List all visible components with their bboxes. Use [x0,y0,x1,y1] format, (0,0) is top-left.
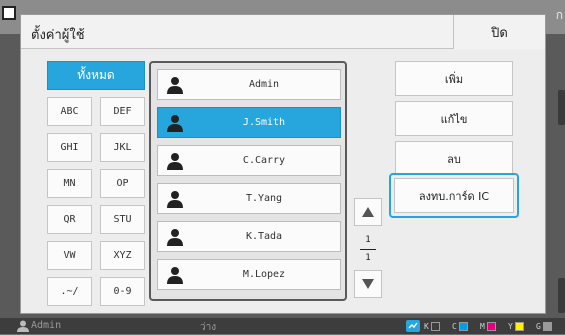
register-ic-card-button[interactable]: ลงทบ.การ์ด IC [389,173,519,218]
user-name: M.Lopez [242,269,286,280]
filter-vw-button[interactable]: VW [47,241,92,270]
user-name: T.Yang [245,193,283,204]
user-row-jsmith[interactable]: J.Smith [157,107,341,138]
user-name: K.Tada [245,231,283,242]
machine-status: ว่าง [200,322,217,333]
add-user-button[interactable]: เพิ่ม [395,61,513,96]
user-icon [167,229,183,246]
user-settings-dialog: ตั้งค่าผู้ใช้ ปิด ทั้งหมด ABC DEF GHI JK… [20,14,546,314]
filter-op-button[interactable]: OP [100,169,145,198]
close-button[interactable]: ปิด [453,15,545,49]
login-user: Admin [31,320,62,331]
register-ic-card-label: ลงทบ.การ์ด IC [394,178,514,213]
ink-level-c: C [452,320,468,332]
user-row-mlopez[interactable]: M.Lopez [157,259,341,290]
user-row-admin[interactable]: Admin [157,69,341,100]
ink-label: K [424,321,429,331]
ink-label: G [536,321,541,331]
ink-swatch [514,321,524,331]
ink-label: C [452,321,457,331]
dialog-header: ตั้งค่าผู้ใช้ ปิด [21,15,545,49]
ink-label: Y [508,321,513,331]
filter-all-button[interactable]: ทั้งหมด [47,61,145,90]
user-icon [167,153,183,170]
network-icon [406,320,420,332]
filter-def-button[interactable]: DEF [100,97,145,126]
triangle-down-icon [362,279,374,289]
ink-swatch [542,321,552,331]
triangle-up-icon [362,207,374,217]
scroll-down-button[interactable] [354,270,382,298]
ink-level-y: Y [508,320,524,332]
page-total: 1 [365,253,371,263]
edit-user-button[interactable]: แก้ไข [395,101,513,136]
user-row-ccarry[interactable]: C.Carry [157,145,341,176]
user-name: J.Smith [242,117,286,128]
user-icon [167,77,183,94]
scroll-up-button[interactable] [354,198,382,226]
user-name: Admin [248,79,280,90]
user-icon [167,267,183,284]
user-icon [167,115,183,132]
filter-stu-button[interactable]: STU [100,205,145,234]
user-name: C.Carry [242,155,286,166]
user-list: Admin J.Smith C.Carry T.Yang K.Tada M.Lo… [149,61,347,301]
user-row-ktada[interactable]: K.Tada [157,221,341,252]
ink-swatch [486,321,496,331]
delete-user-button[interactable]: ลบ [395,141,513,176]
dialog-title: ตั้งค่าผู้ใช้ [31,28,85,43]
page-divider [360,249,376,250]
filter-qr-button[interactable]: QR [47,205,92,234]
filter-ghi-button[interactable]: GHI [47,133,92,162]
background-side-tab-2 [558,278,565,313]
filter-symbols-button[interactable]: .~/ [47,277,92,306]
filter-mn-button[interactable]: MN [47,169,92,198]
ink-swatch [458,321,468,331]
ink-level-k: K [424,320,440,332]
ink-level-m: M [480,320,496,332]
filter-digits-button[interactable]: 0-9 [100,277,145,306]
filter-xyz-button[interactable]: XYZ [100,241,145,270]
user-icon [17,320,29,332]
background-header-text: ก [555,8,563,22]
filter-abc-button[interactable]: ABC [47,97,92,126]
background-side-tab [558,90,565,125]
ink-swatch [430,321,440,331]
page-current: 1 [365,235,371,245]
filter-jkl-button[interactable]: JKL [100,133,145,162]
user-icon [167,191,183,208]
status-bar: Admin ว่าง K C M Y G [0,318,565,334]
background-corner-icon [2,6,16,20]
user-row-tyang[interactable]: T.Yang [157,183,341,214]
ink-level-g: G [536,320,552,332]
ink-label: M [480,321,485,331]
